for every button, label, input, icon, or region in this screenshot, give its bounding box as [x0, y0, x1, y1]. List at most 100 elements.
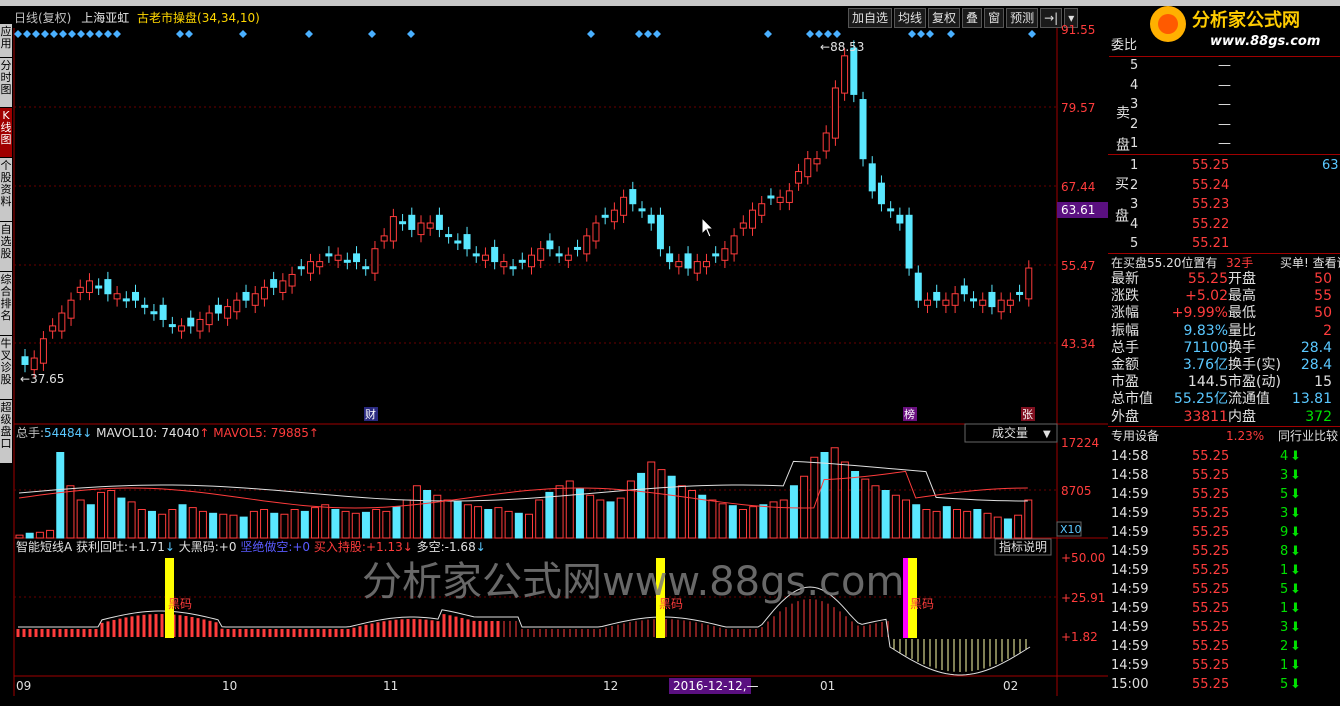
candle-body: [610, 209, 618, 223]
sell-level-row[interactable]: 5—: [1108, 56, 1340, 75]
candle-body: [132, 291, 140, 301]
candlesticks: [21, 40, 1033, 378]
candle-body: [408, 214, 416, 230]
quote-value: 144.5: [1187, 374, 1228, 391]
time-axis-label: 02: [1003, 679, 1018, 693]
tick-time: 14:59: [1111, 620, 1149, 635]
volume-bar: [35, 531, 44, 539]
candle-body: [795, 171, 803, 184]
tick-row: 14:59 55.25 1 ⬇: [1108, 561, 1340, 580]
signal-diamond-icon: [635, 30, 643, 38]
volume-bar: [891, 494, 900, 539]
volume-bar: [728, 505, 737, 539]
buy-level-row[interactable]: 5 55.21: [1108, 234, 1340, 253]
watermark: 分析家公式网www.88gs.com: [362, 559, 904, 605]
volume-bar: [545, 491, 554, 539]
volume-multiplier-label: X10: [1060, 523, 1082, 536]
quote-row: 总手 71100 换手 28.4: [1108, 340, 1340, 357]
candle-body: [518, 259, 526, 263]
sector-compare[interactable]: 同行业比较: [1278, 427, 1338, 446]
volume-bar: [1024, 499, 1033, 539]
volume-bar: [219, 513, 228, 539]
buy-level-price: 55.23: [1192, 197, 1230, 212]
tick-price: 55.25: [1192, 639, 1230, 654]
signal-diamond-icon: [239, 30, 247, 38]
candle-body: [435, 214, 443, 230]
candle-body: [500, 261, 508, 268]
candle-body: [491, 246, 499, 263]
candle-body: [850, 47, 858, 95]
quote-label: 换手: [1228, 339, 1256, 356]
sell-level-row[interactable]: 4—: [1108, 76, 1340, 95]
candle-body: [574, 246, 582, 250]
tick-price: 55.25: [1192, 544, 1230, 559]
quote-value: 28.4: [1300, 339, 1332, 356]
down-arrow-icon: ⬇: [1290, 677, 1301, 692]
candle-body: [739, 222, 747, 229]
candle-body: [168, 324, 176, 328]
chevron-down-icon[interactable]: ▼: [1043, 429, 1051, 440]
sell-level-row[interactable]: 3—: [1108, 95, 1340, 114]
candle-body: [813, 158, 821, 165]
volume-bar: [637, 472, 646, 539]
tick-time: 14:59: [1111, 563, 1149, 578]
candle-body: [30, 357, 38, 371]
signal-diamond-icon: [185, 30, 193, 38]
sell-level-num: 2: [1130, 116, 1139, 132]
signal-diamond-icon: [1028, 30, 1036, 38]
volume-bar: [107, 490, 116, 539]
candle-body: [39, 338, 47, 364]
black-code-label: 黑码: [168, 597, 192, 611]
signal-diamond-icon: [113, 30, 121, 38]
tick-row: 15:00 55.25 5 ⬇: [1108, 675, 1340, 694]
tick-price: 55.25: [1192, 487, 1230, 502]
candle-body: [1006, 299, 1014, 306]
quote-row: 涨跌 +5.02 最高 55: [1108, 288, 1340, 305]
tick-time: 14:59: [1111, 639, 1149, 654]
volume-bar: [840, 461, 849, 539]
candle-body: [288, 273, 296, 287]
buy-level-row[interactable]: 3 55.23: [1108, 195, 1340, 214]
buy-level-row[interactable]: 4 55.22: [1108, 215, 1340, 234]
candle-body: [804, 158, 812, 178]
candle-body: [21, 356, 29, 365]
volume-bar: [759, 504, 768, 539]
tick-volume: 5: [1280, 582, 1289, 597]
volume-bar: [851, 471, 860, 539]
sell-level-row[interactable]: 2—: [1108, 115, 1340, 134]
finance-marker-label: 财: [365, 407, 376, 421]
down-arrow-icon: ⬇: [1290, 506, 1301, 521]
buy-level-row[interactable]: 2 55.24: [1108, 176, 1340, 195]
volume-bar: [280, 513, 289, 539]
tick-volume: 1: [1280, 563, 1289, 578]
volume-bar: [229, 514, 238, 539]
candle-body: [141, 304, 149, 308]
candle-body: [371, 248, 379, 274]
sector-row[interactable]: 专用设备 1.23% 同行业比较: [1108, 426, 1340, 446]
tick-row: 14:59 55.25 3 ⬇: [1108, 504, 1340, 523]
tick-volume: 3: [1280, 620, 1289, 635]
signal-diamond-icon: [833, 30, 841, 38]
volume-bar: [535, 499, 544, 539]
sell-level-row[interactable]: 1—: [1108, 134, 1340, 153]
signal-diamond-icon: [176, 30, 184, 38]
order-status-row[interactable]: 在买盘55.20位置有 32手 买单! 查看详: [1108, 253, 1340, 273]
chart-canvas[interactable]: 91.55 79.57 67.44 63.61 55.47 43.34 ←88.…: [0, 0, 1108, 706]
high-price-marker: ←88.53: [820, 40, 864, 54]
tick-volume: 8: [1280, 544, 1289, 559]
down-arrow-icon: ⬇: [1290, 601, 1301, 616]
candle-body: [389, 216, 397, 242]
candle-body: [380, 235, 388, 242]
price-axis-label: 79.57: [1061, 101, 1095, 115]
quote-label: 涨幅: [1111, 305, 1139, 322]
sell-level-price: —: [1218, 77, 1231, 93]
buy-level-row[interactable]: 1 55.25 63: [1108, 156, 1340, 175]
tick-volume: 9: [1280, 525, 1289, 540]
tick-volume: 5: [1280, 677, 1289, 692]
quote-value: 372: [1305, 408, 1332, 425]
candle-body: [767, 195, 775, 199]
volume-bar: [871, 485, 880, 539]
signal-diamond-icon: [68, 30, 76, 38]
signal-diamond-icon: [587, 30, 595, 38]
volume-bar: [973, 509, 982, 539]
